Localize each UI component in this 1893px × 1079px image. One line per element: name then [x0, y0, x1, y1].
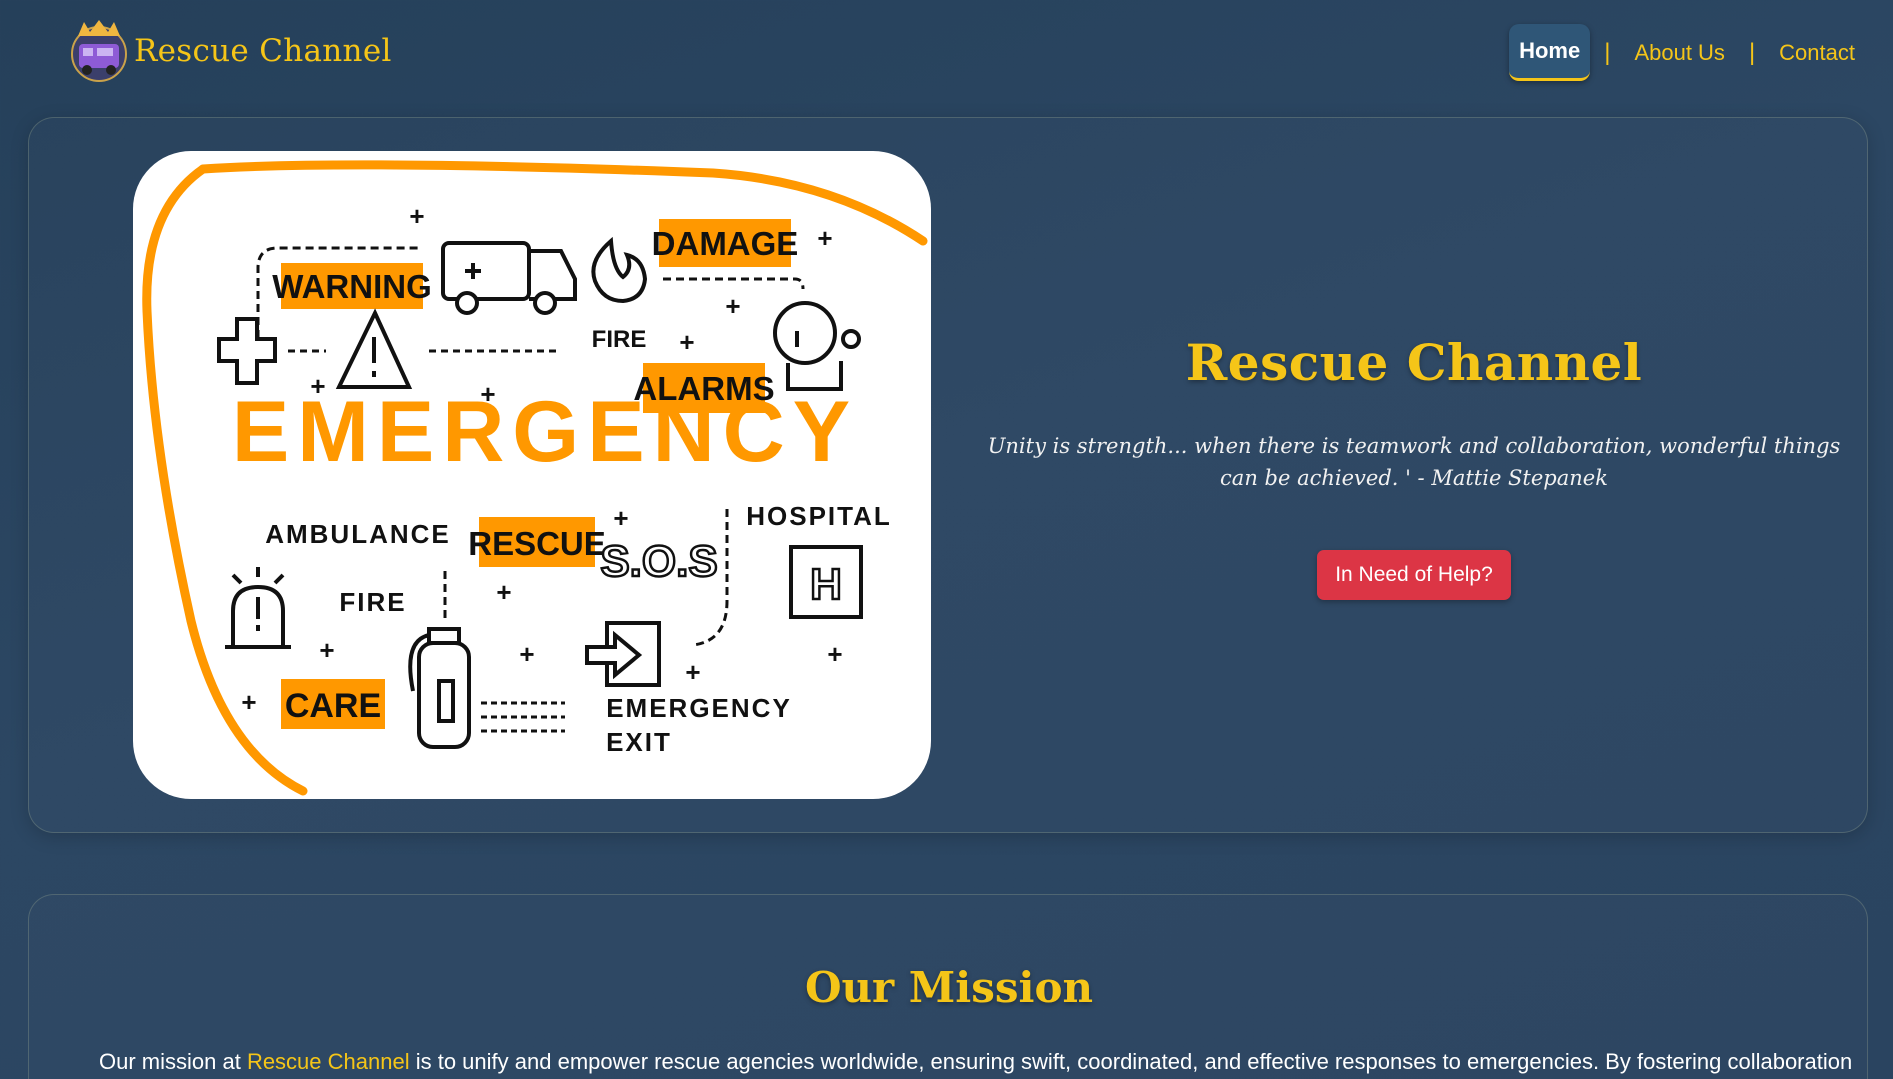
brand[interactable]: Rescue Channel: [70, 18, 392, 84]
hero-title: Rescue Channel: [1185, 333, 1643, 392]
plus-mark: +: [409, 201, 424, 231]
plus-mark: +: [679, 327, 694, 357]
plus-mark: +: [613, 503, 628, 533]
plus-mark: +: [817, 223, 832, 253]
mission-highlight: Rescue Channel: [246, 1049, 410, 1074]
nav-home[interactable]: Home: [1509, 24, 1591, 81]
ambulance-icon: [441, 241, 577, 315]
mission-title: Our Mission: [804, 963, 1094, 1012]
mission-text-after: is to unify and empower rescue agencies …: [409, 1049, 1853, 1074]
alarm-bell-icon: [773, 301, 861, 391]
main-nav: Home | About Us | Contact: [1509, 24, 1865, 81]
frame-top: [198, 160, 928, 246]
rescue-truck-logo-icon: [71, 20, 127, 82]
navbar: Rescue Channel Home | About Us | Contact: [0, 0, 1893, 110]
word-care: CARE: [285, 687, 381, 725]
word-rescue: RESCUE: [468, 525, 606, 562]
plus-mark: +: [310, 371, 325, 401]
nav-separator: |: [1604, 38, 1611, 66]
word-sos: S.O.S: [600, 537, 717, 586]
word-damage: DAMAGE: [652, 225, 799, 262]
exit-icon: [585, 621, 661, 687]
plus-mark: +: [241, 687, 256, 717]
brand-name: Rescue Channel: [134, 33, 392, 69]
nav-separator: |: [1748, 38, 1756, 66]
word-ambulance: AMBULANCE: [265, 519, 451, 549]
mission-card: Our Mission Our mission at Rescue Channe…: [28, 894, 1868, 1079]
hero-card: WARNING FIRE DAMAGE ALARMS EMERGENCY AMB…: [28, 117, 1868, 833]
word-fire-1: FIRE: [592, 326, 647, 353]
word-emergency-exit-2: EXIT: [606, 727, 672, 757]
help-button[interactable]: In Need of Help?: [1317, 550, 1511, 600]
emergency-illustration: WARNING FIRE DAMAGE ALARMS EMERGENCY AMB…: [133, 151, 931, 799]
flame-icon: [591, 236, 648, 304]
nav-contact[interactable]: Contact: [1769, 32, 1865, 74]
word-hospital: HOSPITAL: [746, 501, 892, 531]
medical-cross-icon: [217, 317, 277, 385]
mission-text: Our mission at Rescue Channel is to unif…: [99, 1049, 1852, 1075]
word-emergency: EMERGENCY: [232, 384, 858, 480]
emergency-word-cloud: WARNING FIRE DAMAGE ALARMS EMERGENCY AMB…: [142, 160, 928, 796]
word-fire-2: FIRE: [339, 587, 406, 617]
word-warning: WARNING: [272, 268, 432, 305]
plus-mark: +: [827, 639, 842, 669]
fire-extinguisher-icon: [408, 627, 471, 749]
plus-mark: +: [725, 291, 740, 321]
siren-icon: [225, 567, 291, 649]
plus-mark: +: [319, 635, 334, 665]
word-emergency-exit-1: EMERGENCY: [606, 693, 792, 723]
word-h: H: [810, 560, 842, 609]
plus-mark: +: [685, 657, 700, 687]
plus-mark: +: [496, 577, 511, 607]
frame-left: [142, 164, 308, 796]
mission-text-before: Our mission at: [99, 1049, 247, 1074]
plus-mark: +: [519, 639, 534, 669]
hero-quote: Unity is strength... when there is teamw…: [987, 434, 1841, 490]
plus-mark: +: [480, 379, 495, 409]
nav-about-us[interactable]: About Us: [1624, 32, 1735, 74]
hero-text: Rescue Channel Unity is strength... when…: [959, 333, 1869, 600]
